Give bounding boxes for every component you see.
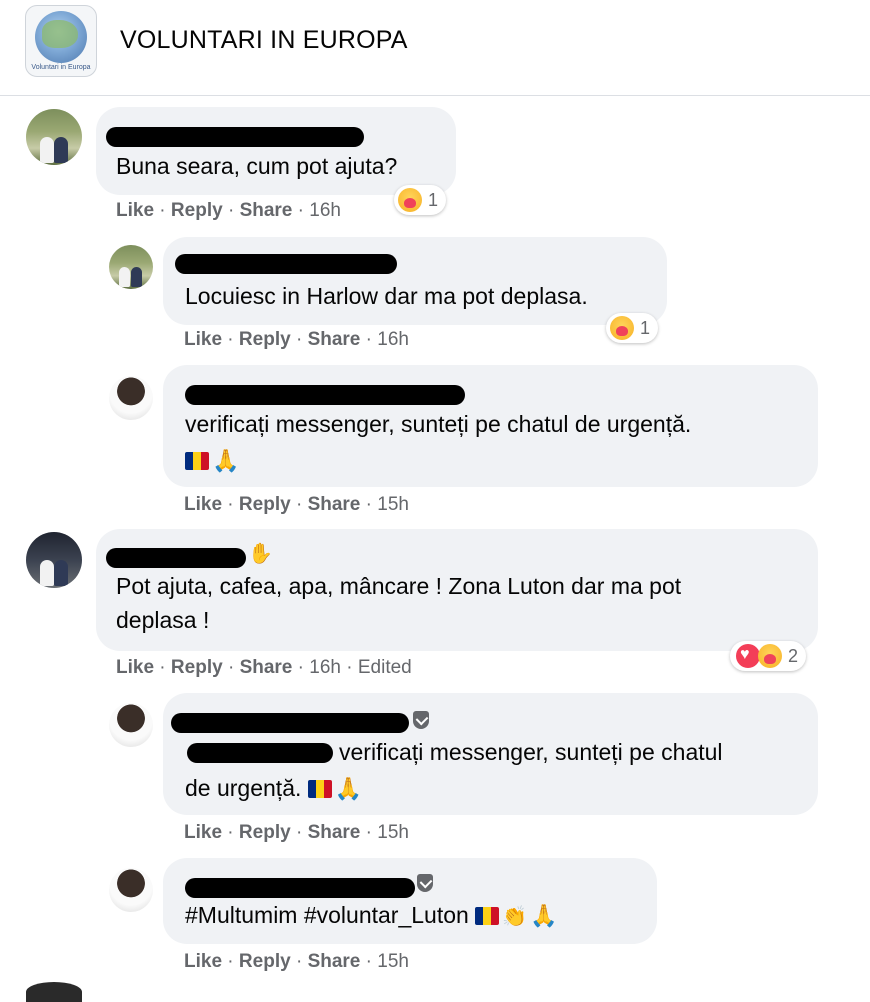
comment-text: Locuiesc in Harlow dar ma pot deplasa. <box>185 283 588 309</box>
like-button[interactable]: Like <box>184 329 222 350</box>
share-button[interactable]: Share <box>308 329 361 350</box>
avatar[interactable] <box>109 703 153 747</box>
comment-text-line2: de urgență. 🙏 <box>185 771 362 806</box>
comment-text: Buna seara, cum pot ajuta? <box>116 153 398 179</box>
comment-bubble: verificați messenger, sunteți pe chatul … <box>163 365 818 487</box>
comment-bubble: Buna seara, cum pot ajuta? <box>96 107 456 195</box>
reaction-summary[interactable]: 1 <box>606 313 659 343</box>
group-name[interactable]: VOLUNTARI IN EUROPA <box>120 26 408 55</box>
admin-badge-icon <box>417 874 433 892</box>
like-button[interactable]: Like <box>184 822 222 843</box>
praying-hands-icon: 🙏 <box>334 776 363 801</box>
waving-hand-icon: ✋ <box>248 543 273 565</box>
reaction-count: 2 <box>788 645 799 666</box>
clapping-hands-icon: 👏 <box>502 906 528 928</box>
redacted-author-name[interactable] <box>171 713 409 733</box>
timestamp[interactable]: 15h <box>377 494 409 515</box>
comment-actions: Like · Reply · Share · 15h <box>184 494 409 515</box>
redacted-mention[interactable] <box>187 743 333 763</box>
reaction-summary[interactable]: 1 <box>394 185 447 215</box>
comment-text: #Multumim #voluntar_Luton <box>185 902 469 928</box>
comment-text: verificați messenger, sunteți pe chatul … <box>185 411 692 437</box>
share-button[interactable]: Share <box>308 822 361 843</box>
redacted-author-name[interactable] <box>106 548 246 568</box>
care-reaction-icon <box>398 188 422 212</box>
care-reaction-icon <box>610 316 634 340</box>
comment-actions: Like · Reply · Share · 15h <box>184 951 409 972</box>
emoji-line: 🙏 <box>185 443 239 478</box>
comment-actions: Like · Reply · Share · 16h · Edited <box>116 657 412 678</box>
reply-button[interactable]: Reply <box>239 494 291 515</box>
timestamp[interactable]: 16h <box>309 200 341 221</box>
group-logo[interactable]: Voluntari in Europa <box>25 5 97 77</box>
comment-text: deplasa ! <box>116 607 210 633</box>
comment-bubble: Locuiesc in Harlow dar ma pot deplasa. <box>163 237 667 325</box>
avatar[interactable] <box>26 982 82 1002</box>
timestamp[interactable]: 16h <box>309 657 341 678</box>
logo-text: Voluntari in Europa <box>31 64 91 71</box>
redacted-author-name[interactable] <box>175 254 397 274</box>
comment-actions: Like · Reply · Share · 16h <box>116 200 341 221</box>
comment-bubble: verificați messenger, sunteți pe chatul … <box>163 693 818 815</box>
reply-button[interactable]: Reply <box>239 822 291 843</box>
comment-text-line: #Multumim #voluntar_Luton 👏 🙏 <box>185 898 558 935</box>
redacted-author-name[interactable] <box>106 127 364 147</box>
redacted-author-name[interactable] <box>185 878 415 898</box>
comment-actions: Like · Reply · Share · 15h <box>184 822 409 843</box>
share-button[interactable]: Share <box>240 200 293 221</box>
avatar[interactable] <box>26 532 82 588</box>
reply-button[interactable]: Reply <box>239 951 291 972</box>
reaction-summary[interactable]: 2 <box>730 641 807 671</box>
romania-flag-icon <box>185 452 209 470</box>
reaction-count: 1 <box>640 317 651 338</box>
like-button[interactable]: Like <box>116 200 154 221</box>
admin-badge-icon <box>413 711 429 729</box>
avatar[interactable] <box>109 245 153 289</box>
reply-button[interactable]: Reply <box>171 200 223 221</box>
praying-hands-icon: 🙏 <box>212 448 240 473</box>
comment-text: Pot ajuta, cafea, apa, mâncare ! Zona Lu… <box>116 573 682 599</box>
share-button[interactable]: Share <box>308 951 361 972</box>
comment-text: verificați messenger, sunteți pe chatul <box>339 739 723 765</box>
like-button[interactable]: Like <box>116 657 154 678</box>
avatar[interactable] <box>109 376 153 420</box>
reply-button[interactable]: Reply <box>239 329 291 350</box>
timestamp[interactable]: 15h <box>377 951 409 972</box>
avatar[interactable] <box>26 109 82 165</box>
share-button[interactable]: Share <box>308 494 361 515</box>
redacted-author-name[interactable] <box>185 385 465 405</box>
share-button[interactable]: Share <box>240 657 293 678</box>
timestamp[interactable]: 16h <box>377 329 409 350</box>
reaction-count: 1 <box>428 189 439 210</box>
romania-flag-icon <box>307 780 332 798</box>
praying-hands-icon: 🙏 <box>530 903 558 928</box>
edited-label[interactable]: Edited <box>358 657 412 678</box>
comment-bubble: ✋ Pot ajuta, cafea, apa, mâncare ! Zona … <box>96 529 818 651</box>
timestamp[interactable]: 15h <box>377 822 409 843</box>
like-button[interactable]: Like <box>184 494 222 515</box>
care-reaction-icon <box>758 644 782 668</box>
comment-actions: Like · Reply · Share · 16h <box>184 329 409 350</box>
reply-button[interactable]: Reply <box>171 657 223 678</box>
comment-bubble: #Multumim #voluntar_Luton 👏 🙏 <box>163 858 657 944</box>
avatar[interactable] <box>109 868 153 912</box>
romania-flag-icon <box>475 907 500 925</box>
like-button[interactable]: Like <box>184 951 222 972</box>
group-header: Voluntari in Europa VOLUNTARI IN EUROPA <box>0 0 870 96</box>
